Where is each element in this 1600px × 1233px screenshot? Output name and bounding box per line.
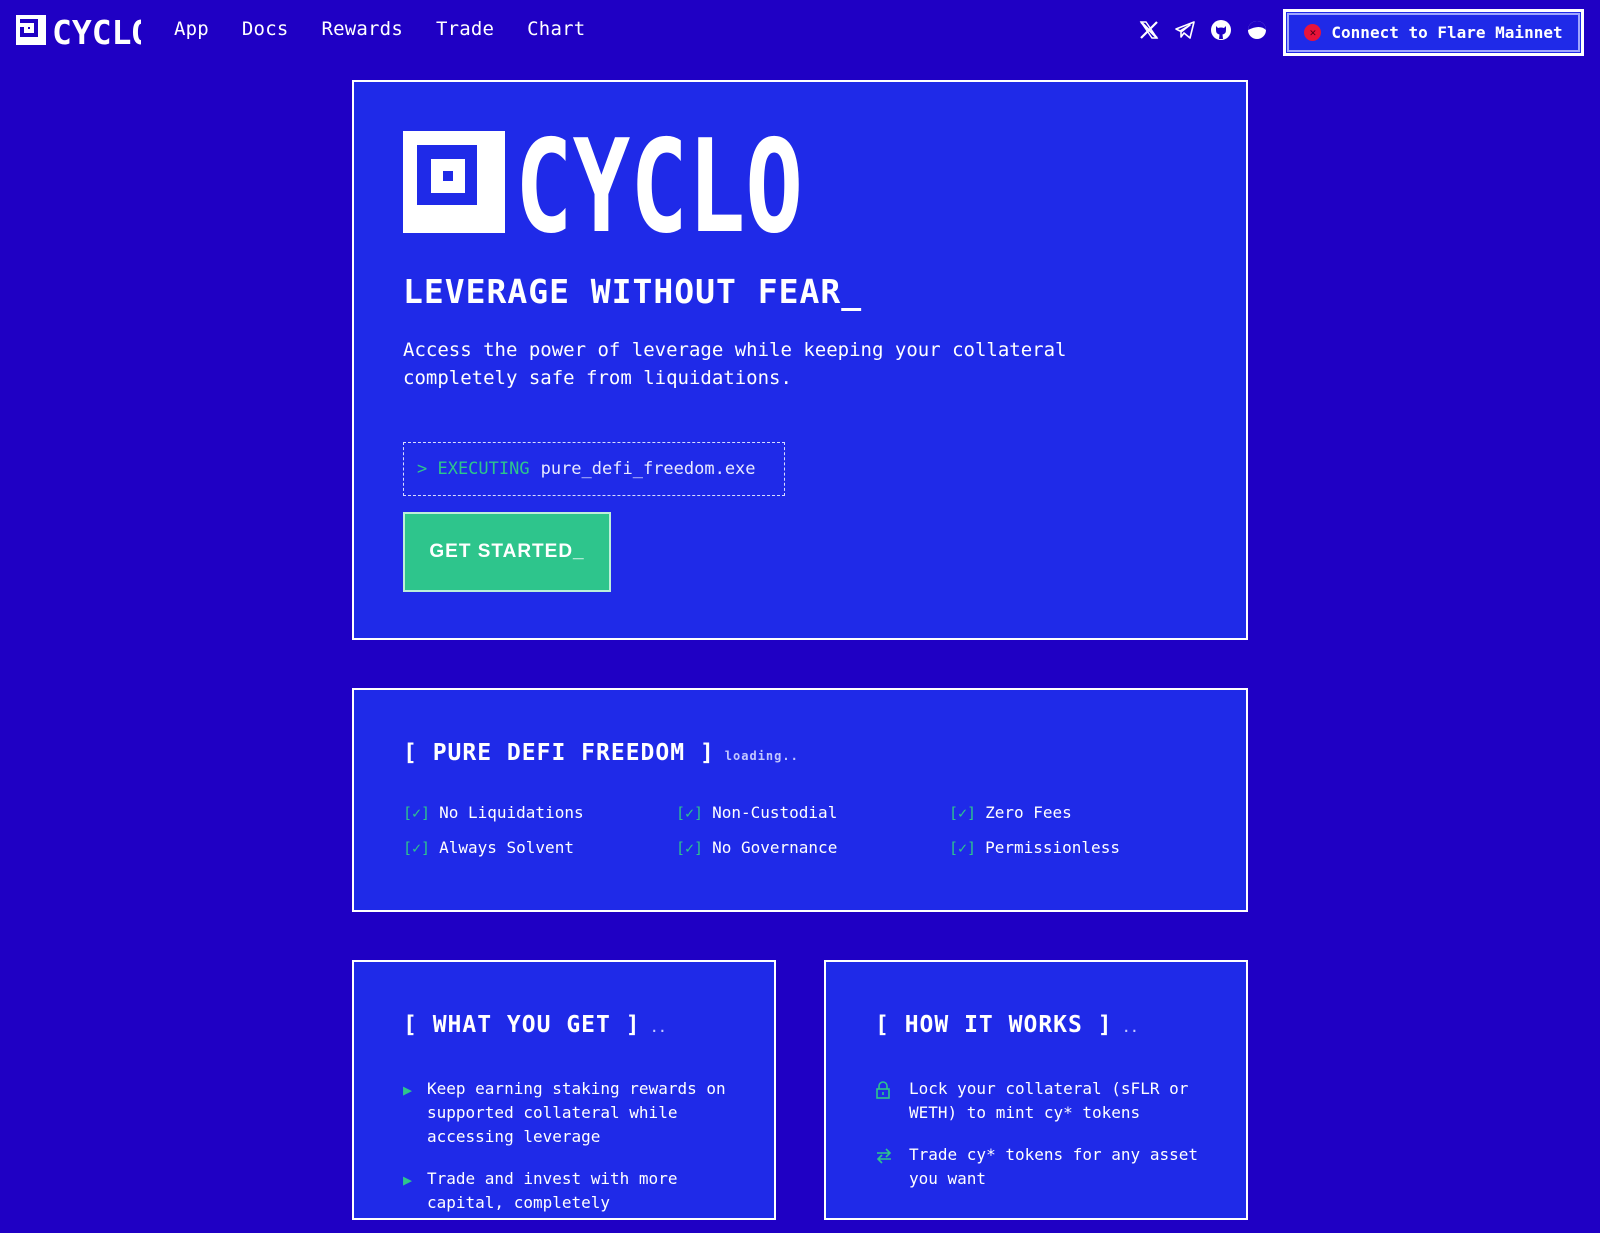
loading-indicator: .. [650, 1021, 668, 1035]
feature-item: [✓] Zero Fees [949, 803, 1222, 822]
feature-item: [✓] No Liquidations [403, 803, 676, 822]
close-icon: ✕ [1304, 24, 1322, 41]
connect-wallet-button[interactable]: ✕ Connect to Flare Mainnet [1283, 9, 1584, 56]
social-links [1137, 18, 1269, 42]
feature-grid: [✓] No Liquidations [✓] Non-Custodial [✓… [403, 803, 1222, 857]
check-icon: [✓] [949, 803, 977, 822]
list-item: Trade cy* tokens for any asset you want [875, 1143, 1215, 1191]
feature-item: [✓] Non-Custodial [676, 803, 949, 822]
benefit-text: Keep earning staking rewards on supporte… [427, 1079, 726, 1146]
check-icon: [✓] [676, 838, 704, 857]
hero-subtitle: Access the power of leverage while keepi… [403, 339, 1067, 389]
feature-item: [✓] Permissionless [949, 838, 1222, 857]
cyclo-logo-large-icon: CYCLO [403, 113, 803, 262]
play-arrow-icon: ▶ [403, 1171, 413, 1189]
loading-indicator: .. [1122, 1021, 1140, 1035]
benefit-text: Trade and invest with more capital, comp… [427, 1169, 678, 1212]
how-it-works-title: [ HOW IT WORKS ] .. [875, 1012, 1139, 1038]
swap-icon [875, 1143, 909, 1191]
lock-icon [875, 1077, 909, 1125]
top-navigation: CYCLO App Docs Rewards Trade Chart [0, 0, 1600, 64]
nav-docs[interactable]: Docs [242, 18, 289, 40]
feature-label: Non-Custodial [712, 803, 838, 822]
cyclo-logo-icon: CYCLO [16, 15, 141, 49]
check-icon: [✓] [403, 838, 431, 857]
loading-indicator: loading.. [724, 749, 799, 763]
check-icon: [✓] [676, 803, 704, 822]
how-it-works-panel: [ HOW IT WORKS ] .. Lock your collateral… [824, 960, 1248, 1220]
exec-command: pure_defi_freedom.exe [540, 459, 756, 479]
freedom-title: [ PURE DEFI FREEDOM ] loading.. [403, 740, 799, 766]
exec-prefix: > EXECUTING [417, 459, 530, 479]
hero-logo: CYCLO [403, 113, 803, 262]
hero-panel: CYCLO LEVERAGE WITHOUT FEAR_ Access the … [352, 80, 1248, 640]
feature-label: Zero Fees [985, 803, 1072, 822]
nav-chart[interactable]: Chart [527, 18, 585, 40]
feature-label: Always Solvent [439, 838, 574, 857]
feature-label: No Governance [712, 838, 838, 857]
what-you-get-panel: [ WHAT YOU GET ] .. ▶ Keep earning staki… [352, 960, 776, 1220]
theme-toggle-icon[interactable] [1245, 18, 1269, 42]
how-it-works-title-text: [ HOW IT WORKS ] [875, 1012, 1113, 1038]
check-icon: [✓] [403, 803, 431, 822]
main-nav: App Docs Rewards Trade Chart [174, 18, 618, 40]
list-item: Lock your collateral (sFLR or WETH) to m… [875, 1077, 1215, 1125]
github-icon[interactable] [1209, 18, 1233, 42]
what-you-get-title-text: [ WHAT YOU GET ] [403, 1012, 641, 1038]
feature-item: [✓] No Governance [676, 838, 949, 857]
feature-label: Permissionless [985, 838, 1120, 857]
x-icon[interactable] [1137, 18, 1161, 42]
list-item: ▶ Trade and invest with more capital, co… [403, 1167, 743, 1215]
step-text: Trade cy* tokens for any asset you want [909, 1145, 1198, 1188]
step-text: Lock your collateral (sFLR or WETH) to m… [909, 1079, 1189, 1122]
feature-item: [✓] Always Solvent [403, 838, 676, 857]
benefit-list: ▶ Keep earning staking rewards on suppor… [403, 1077, 743, 1233]
freedom-title-text: [ PURE DEFI FREEDOM ] [403, 740, 715, 766]
feature-label: No Liquidations [439, 803, 584, 822]
nav-trade[interactable]: Trade [436, 18, 494, 40]
steps-list: Lock your collateral (sFLR or WETH) to m… [875, 1077, 1215, 1209]
svg-text:CYCLO: CYCLO [52, 15, 141, 49]
nav-app[interactable]: App [174, 18, 209, 40]
svg-text:CYCLO: CYCLO [515, 131, 803, 235]
freedom-panel: [ PURE DEFI FREEDOM ] loading.. [✓] No L… [352, 688, 1248, 912]
what-you-get-title: [ WHAT YOU GET ] .. [403, 1012, 667, 1038]
nav-rewards[interactable]: Rewards [321, 18, 402, 40]
play-arrow-icon: ▶ [403, 1081, 413, 1099]
check-icon: [✓] [949, 838, 977, 857]
list-item: ▶ Keep earning staking rewards on suppor… [403, 1077, 743, 1149]
get-started-button[interactable]: GET STARTED_ [403, 512, 611, 592]
hero-tagline: LEVERAGE WITHOUT FEAR_ [403, 272, 863, 311]
connect-wallet-label: Connect to Flare Mainnet [1331, 23, 1563, 42]
brand-logo[interactable]: CYCLO [16, 15, 141, 49]
telegram-icon[interactable] [1173, 18, 1197, 42]
executing-terminal-line: > EXECUTING pure_defi_freedom.exe [403, 442, 785, 496]
